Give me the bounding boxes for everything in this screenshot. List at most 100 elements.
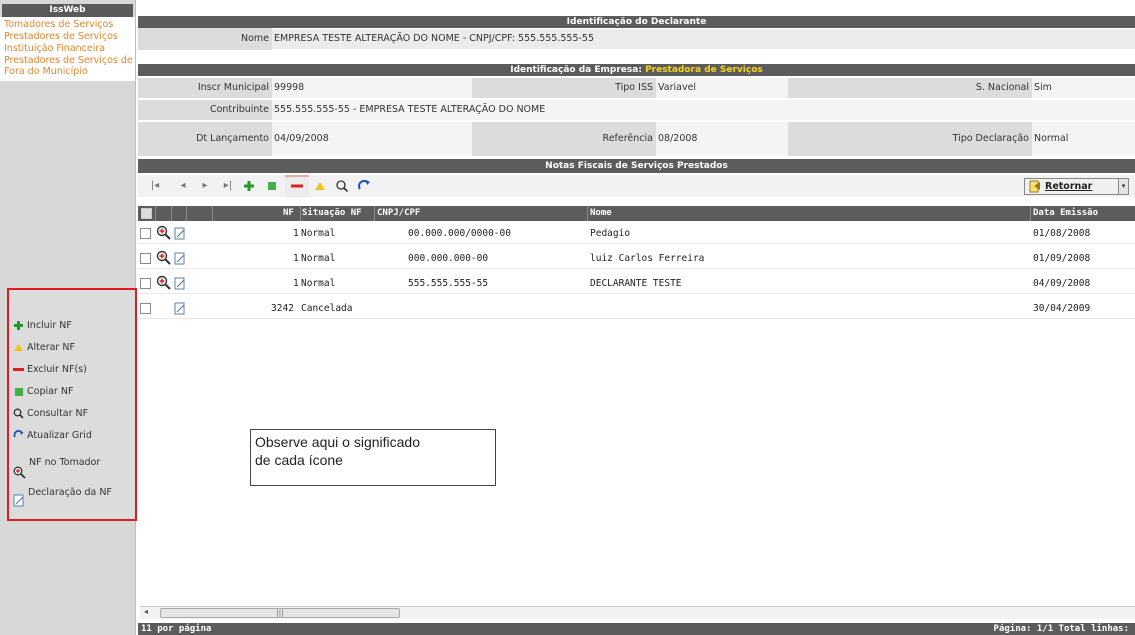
nome-value: EMPRESA TESTE ALTERAÇÃO DO NOME - CNPJ/C…: [274, 33, 595, 44]
col-nf[interactable]: NF: [283, 206, 294, 221]
square-icon: [15, 388, 23, 396]
zoom-nf-icon: [13, 466, 26, 479]
legend-label: Declaração da NF: [28, 487, 112, 498]
document-edit-icon[interactable]: [174, 252, 186, 265]
empresa-row-3: Dt Lançamento 04/09/2008 Referência 08/2…: [138, 122, 1135, 156]
edit-nf-icon[interactable]: [313, 179, 327, 193]
zoom-nf-icon[interactable]: [156, 225, 172, 241]
add-nf-icon[interactable]: [242, 179, 256, 193]
sidebar-link-prestadores[interactable]: Prestadores de Serviços: [4, 31, 133, 42]
delete-nf-icon[interactable]: [290, 179, 304, 193]
grid-footer: 11 por página Página: 1/1 Total linhas:: [138, 623, 1135, 635]
minus-icon: [13, 368, 24, 371]
legend-excluir: Excluir NF(s): [13, 364, 87, 375]
row-checkbox[interactable]: [140, 303, 151, 314]
callout-line-2: de cada ícone: [255, 452, 343, 468]
cell-cnpj: 555.555.555-55: [408, 278, 489, 289]
row-checkbox[interactable]: [140, 228, 151, 239]
zoom-nf-icon[interactable]: [156, 275, 172, 291]
contribuinte-label: Contribuinte: [138, 100, 272, 120]
table-row[interactable]: 3242 Cancelada 30/04/2009: [138, 299, 1135, 319]
zoom-nf-icon[interactable]: [156, 250, 172, 266]
next-page-icon[interactable]: ▸: [198, 179, 212, 193]
select-all-checkbox[interactable]: [141, 208, 152, 219]
ref-label: Referência: [472, 122, 656, 156]
cell-situacao: Normal: [301, 228, 336, 239]
legend-label: Atualizar Grid: [27, 430, 92, 441]
legend-declaracao: Declaração da NF: [13, 488, 118, 507]
legend-label: Consultar NF: [27, 408, 89, 419]
col-nome[interactable]: Nome: [590, 206, 612, 221]
sidebar-link-instituicao[interactable]: Instituição Financeira: [4, 43, 133, 54]
row-checkbox[interactable]: [140, 278, 151, 289]
footer-page-size: 11 por página: [141, 624, 212, 634]
last-page-icon[interactable]: ▸|: [221, 179, 235, 193]
document-edit-icon[interactable]: [174, 227, 186, 240]
search-nf-icon[interactable]: [335, 179, 349, 193]
legend-label: Incluir NF: [27, 320, 72, 331]
refresh-grid-icon[interactable]: [357, 179, 371, 193]
scroll-thumb[interactable]: |||: [160, 608, 400, 618]
table-row[interactable]: 1 Normal 00.000.000/0000-00 Pedagio 01/0…: [138, 224, 1135, 244]
cell-situacao: Normal: [301, 278, 336, 289]
document-edit-icon[interactable]: [174, 302, 186, 315]
empresa-title: Identificação da Empresa: Prestadora de …: [138, 64, 1135, 76]
first-page-icon[interactable]: |◂: [148, 179, 162, 193]
contribuinte-value: 555.555.555-55 - EMPRESA TESTE ALTERAÇÃO…: [272, 100, 1135, 120]
cell-data: 01/08/2008: [1033, 228, 1091, 239]
sidebar-link-tomadores[interactable]: Tomadores de Serviços: [4, 19, 133, 30]
empresa-row-2: Contribuinte 555.555.555-55 - EMPRESA TE…: [138, 100, 1135, 120]
nome-label: Nome: [138, 28, 272, 50]
tipo-decl-label: Tipo Declaração: [788, 122, 1032, 156]
main-content: Identificação do Declarante Nome EMPRESA…: [138, 0, 1135, 635]
horizontal-scrollbar[interactable]: ◂ |||: [140, 606, 1135, 619]
left-sidebar: IssWeb Tomadores de Serviços Prestadores…: [0, 0, 137, 635]
cell-nf: 3242: [271, 303, 294, 314]
callout-box: Observe aqui o significado de cada ícone: [250, 429, 496, 486]
table-row[interactable]: 1 Normal 000.000.000-00 luiz Carlos Ferr…: [138, 249, 1135, 269]
tipo-decl-value: Normal: [1034, 133, 1069, 144]
declarante-title: Identificação do Declarante: [138, 16, 1135, 28]
document-edit-icon[interactable]: [174, 277, 186, 290]
col-situacao[interactable]: Situação NF: [302, 206, 362, 221]
legend-copiar: Copiar NF: [13, 386, 73, 397]
cell-nome: luiz Carlos Ferreira: [590, 253, 705, 264]
empresa-row-1: Inscr Municipal 99998 Tipo ISS Variavel …: [138, 78, 1135, 98]
cell-nf: 1: [293, 228, 299, 239]
table-row[interactable]: 1 Normal 555.555.555-55 DECLARANTE TESTE…: [138, 274, 1135, 294]
footer-pagination: Página: 1/1 Total linhas:: [993, 624, 1129, 634]
cell-situacao: Normal: [301, 253, 336, 264]
cell-data: 30/04/2009: [1033, 303, 1091, 314]
grid-header: NF Situação NF CNPJ/CPF Nome Data Emissã…: [138, 206, 1135, 221]
prev-page-icon[interactable]: ◂: [176, 179, 190, 193]
document-edit-icon: [13, 494, 24, 507]
refresh-icon: [13, 430, 24, 438]
cell-cnpj: 000.000.000-00: [408, 253, 489, 264]
legend-label: NF no Tomador: [29, 457, 101, 468]
empresa-title-highlight: Prestadora de Serviços: [645, 65, 763, 75]
callout-line-1: Observe aqui o significado: [255, 434, 420, 450]
sidebar-link-prestadores-fora[interactable]: Prestadores de Serviços de Fora do Munic…: [4, 55, 133, 77]
notas-title: Notas Fiscais de Serviços Prestados: [138, 159, 1135, 173]
icon-legend: Incluir NF Alterar NF Excluir NF(s) Copi…: [7, 288, 137, 521]
scroll-left-icon[interactable]: ◂: [144, 607, 148, 616]
row-checkbox[interactable]: [140, 253, 151, 264]
col-data[interactable]: Data Emissão: [1033, 206, 1098, 221]
insc-label: Inscr Municipal: [138, 78, 272, 98]
sidebar-links: Tomadores de Serviços Prestadores de Ser…: [0, 17, 135, 81]
legend-label: Excluir NF(s): [27, 364, 87, 375]
cell-nf: 1: [293, 253, 299, 264]
legend-label: Copiar NF: [27, 386, 74, 397]
cell-cnpj: 00.000.000/0000-00: [408, 228, 511, 239]
legend-label: Alterar NF: [27, 342, 75, 353]
dt-value: 04/09/2008: [274, 133, 329, 144]
copy-nf-icon[interactable]: [265, 179, 279, 193]
dt-label: Dt Lançamento: [138, 122, 272, 156]
retornar-dropdown-icon[interactable]: ▾: [1118, 179, 1128, 194]
tipo-iss-label: Tipo ISS: [472, 78, 656, 98]
cell-nome: Pedagio: [590, 228, 631, 239]
cell-data: 01/09/2008: [1033, 253, 1091, 264]
col-cnpj[interactable]: CNPJ/CPF: [377, 206, 420, 221]
return-icon: [1029, 180, 1040, 193]
retornar-button[interactable]: Retornar ▾: [1024, 178, 1129, 195]
